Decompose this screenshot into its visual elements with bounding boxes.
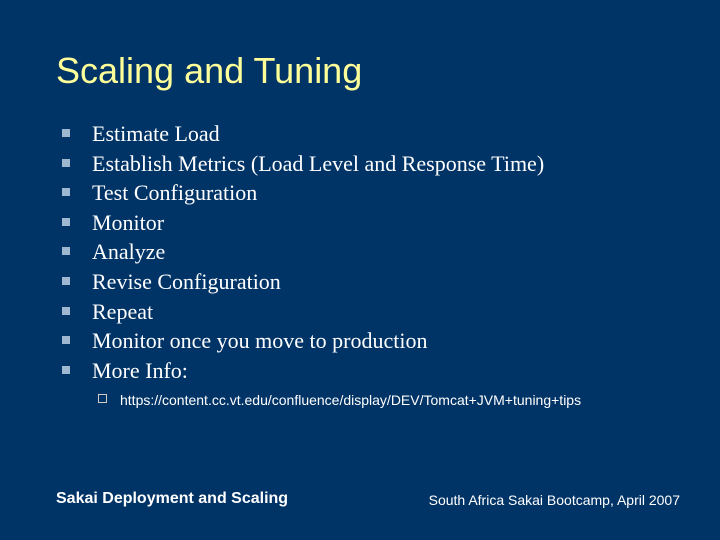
list-item: Monitor once you move to production xyxy=(56,327,664,356)
footer-right: South Africa Sakai Bootcamp, April 2007 xyxy=(429,492,680,508)
list-item: Repeat xyxy=(56,298,664,327)
list-item: Revise Configuration xyxy=(56,268,664,297)
sub-list-item: https://content.cc.vt.edu/confluence/dis… xyxy=(92,391,664,409)
bullet-text: Establish Metrics (Load Level and Respon… xyxy=(92,151,544,176)
list-item: Analyze xyxy=(56,238,664,267)
bullet-text: Revise Configuration xyxy=(92,269,281,294)
list-item: More Info: https://content.cc.vt.edu/con… xyxy=(56,357,664,410)
bullet-text: Estimate Load xyxy=(92,121,220,146)
bullet-text: Monitor once you move to production xyxy=(92,328,427,353)
list-item: Monitor xyxy=(56,209,664,238)
bullet-text: More Info: xyxy=(92,358,188,383)
list-item: Estimate Load xyxy=(56,120,664,149)
bullet-text: Repeat xyxy=(92,299,153,324)
slide-title: Scaling and Tuning xyxy=(56,50,664,92)
footer: Sakai Deployment and Scaling South Afric… xyxy=(56,490,680,508)
bullet-list: Estimate Load Establish Metrics (Load Le… xyxy=(56,120,664,410)
list-item: Establish Metrics (Load Level and Respon… xyxy=(56,150,664,179)
bullet-text: Analyze xyxy=(92,239,165,264)
sub-list: https://content.cc.vt.edu/confluence/dis… xyxy=(92,391,664,409)
slide: Scaling and Tuning Estimate Load Establi… xyxy=(0,0,720,540)
sub-link-text: https://content.cc.vt.edu/confluence/dis… xyxy=(120,392,581,408)
footer-left: Sakai Deployment and Scaling xyxy=(56,490,288,508)
list-item: Test Configuration xyxy=(56,179,664,208)
bullet-text: Test Configuration xyxy=(92,180,257,205)
bullet-text: Monitor xyxy=(92,210,164,235)
